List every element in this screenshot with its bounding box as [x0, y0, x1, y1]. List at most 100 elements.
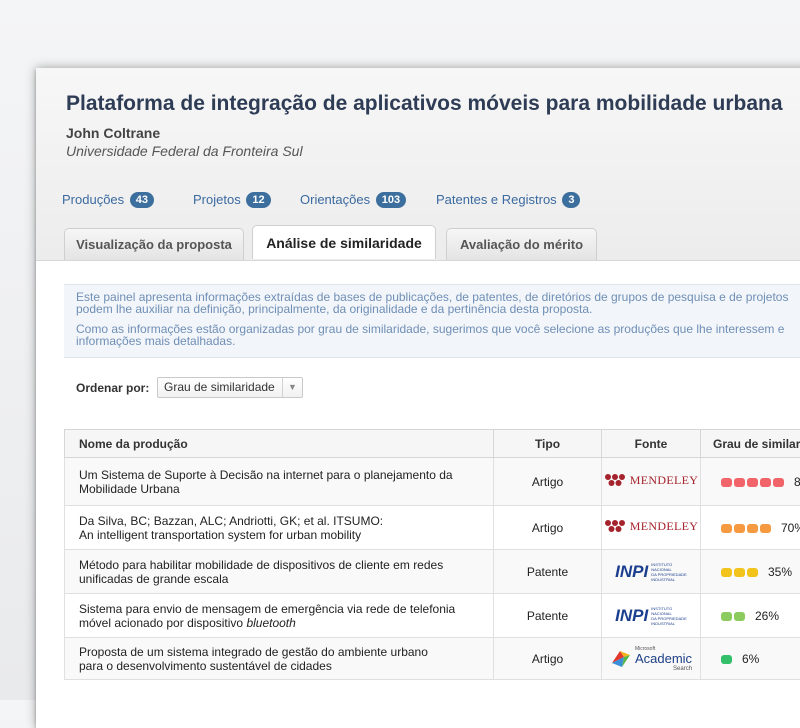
column-header-similarity[interactable]: Grau de similar	[701, 430, 800, 458]
similarity-percent: 26%	[755, 609, 779, 623]
production-name-line: móvel acionado por dispositivo	[79, 616, 246, 630]
info-panel: Este painel apresenta informações extraí…	[64, 284, 800, 358]
stat-label: Orientações	[300, 192, 370, 207]
inpi-wordmark: INPI	[615, 609, 648, 623]
info-line: podem lhe auxiliar na definição, princip…	[76, 302, 592, 316]
column-header-name[interactable]: Nome da produção	[65, 430, 494, 458]
tab-merito[interactable]: Avaliação do mérito	[446, 228, 597, 260]
mendeley-wordmark: MENDELEY	[630, 519, 698, 533]
similarity-dot	[721, 568, 732, 577]
production-name-line: Sistema para envio de mensagem de emergê…	[79, 602, 455, 616]
production-name-cell[interactable]: Sistema para envio de mensagem de emergê…	[65, 594, 494, 638]
production-name-line: Um Sistema de Suporte à Decisão na inter…	[79, 468, 453, 482]
production-name-italic: bluetooth	[246, 616, 295, 630]
production-name-line: para o desenvolvimento sustentável de ci…	[79, 659, 332, 673]
similarity-dot	[760, 524, 771, 533]
production-name-line: An intelligent transportation system for…	[79, 528, 361, 542]
page-title: Plataforma de integração de aplicativos …	[66, 92, 783, 116]
similarity-dot	[760, 478, 771, 487]
type-cell: Artigo	[494, 458, 602, 506]
table-row[interactable]: Proposta de um sistema integrado de gest…	[65, 638, 800, 680]
column-header-source[interactable]: Fonte	[602, 430, 701, 458]
production-name-line: Mobilidade Urbana	[79, 482, 180, 496]
similarity-dots	[721, 475, 786, 489]
production-name-cell[interactable]: Um Sistema de Suporte à Decisão na inter…	[65, 458, 494, 506]
similarity-dot	[747, 568, 758, 577]
table-row[interactable]: Método para habilitar mobilidade de disp…	[65, 550, 800, 594]
similarity-percent: 35%	[768, 565, 792, 579]
similarity-cell: 35%	[701, 550, 800, 594]
similarity-dot	[734, 478, 745, 487]
similarity-percent: 87	[794, 475, 800, 489]
similarity-cell: 70%	[701, 506, 800, 550]
results-table: Nome da produção Tipo Fonte Grau de simi…	[64, 429, 800, 680]
production-name-line: Proposta de um sistema integrado de gest…	[79, 645, 428, 659]
source-cell: INPI INSTITUTONACIONALDA PROPRIEDADEINDU…	[602, 594, 701, 638]
sort-select-value: Grau de similaridade	[164, 380, 275, 394]
mendeley-wordmark: MENDELEY	[630, 473, 698, 487]
type-cell: Artigo	[494, 506, 602, 550]
main-window: Plataforma de integração de aplicativos …	[36, 68, 800, 728]
column-header-type[interactable]: Tipo	[494, 430, 602, 458]
tab-similaridade[interactable]: Análise de similaridade	[252, 225, 436, 259]
similarity-cell: 87	[701, 458, 800, 506]
similarity-dot	[721, 478, 732, 487]
production-name-cell[interactable]: Proposta de um sistema integrado de gest…	[65, 638, 494, 680]
similarity-dot	[721, 655, 732, 664]
production-name-cell[interactable]: Da Silva, BC; Bazzan, ALC; Andriotti, GK…	[65, 506, 494, 550]
page-header: Plataforma de integração de aplicativos …	[36, 68, 800, 261]
mendeley-logo: MENDELEY	[604, 519, 698, 533]
stat-projetos[interactable]: Projetos 12	[193, 192, 271, 208]
stat-orientacoes[interactable]: Orientações 103	[300, 192, 406, 208]
table-header-row: Nome da produção Tipo Fonte Grau de simi…	[65, 430, 800, 458]
similarity-dot	[773, 478, 784, 487]
similarity-dot	[747, 524, 758, 533]
academic-search-icon	[610, 649, 632, 669]
similarity-percent: 70%	[781, 521, 800, 535]
similarity-dots	[721, 652, 734, 666]
similarity-dot	[734, 612, 745, 621]
count-badge: 103	[376, 192, 406, 208]
source-cell: Microsoft Academic Search	[602, 638, 701, 680]
source-cell: INPI INSTITUTONACIONALDA PROPRIEDADEINDU…	[602, 550, 701, 594]
mendeley-icon	[604, 473, 626, 487]
similarity-dots	[721, 521, 773, 535]
info-line: informações mais detalhadas.	[76, 334, 235, 348]
similarity-dot	[721, 612, 732, 621]
similarity-dot	[721, 524, 732, 533]
type-cell: Patente	[494, 594, 602, 638]
stat-label: Patentes e Registros	[436, 192, 557, 207]
source-cell: MENDELEY	[602, 458, 701, 506]
inpi-subtitle: INSTITUTONACIONALDA PROPRIEDADEINDUSTRIA…	[651, 562, 687, 582]
stat-label: Produções	[62, 192, 124, 207]
production-name-line: unificadas de grande escala	[79, 572, 228, 586]
inpi-subtitle: INSTITUTONACIONALDA PROPRIEDADEINDUSTRIA…	[651, 606, 687, 626]
similarity-dot	[747, 478, 758, 487]
table-row[interactable]: Um Sistema de Suporte à Decisão na inter…	[65, 458, 800, 506]
academic-wordmark: Academic	[635, 654, 692, 664]
count-badge: 12	[246, 192, 270, 208]
table-row[interactable]: Da Silva, BC; Bazzan, ALC; Andriotti, GK…	[65, 506, 800, 550]
production-name-line: Método para habilitar mobilidade de disp…	[79, 558, 443, 572]
mendeley-icon	[604, 519, 626, 533]
count-badge: 3	[562, 192, 580, 208]
similarity-dots	[721, 609, 747, 623]
stat-producoes[interactable]: Produções 43	[62, 192, 154, 208]
production-name-cell[interactable]: Método para habilitar mobilidade de disp…	[65, 550, 494, 594]
academic-search-logo: Microsoft Academic Search	[610, 644, 692, 674]
institution-name: Universidade Federal da Fronteira Sul	[66, 143, 303, 159]
inpi-logo: INPI INSTITUTONACIONALDA PROPRIEDADEINDU…	[615, 606, 687, 626]
count-badge: 43	[130, 192, 154, 208]
inpi-wordmark: INPI	[615, 565, 648, 579]
author-name[interactable]: John Coltrane	[66, 125, 160, 141]
stat-patentes[interactable]: Patentes e Registros 3	[436, 192, 580, 208]
inpi-logo: INPI INSTITUTONACIONALDA PROPRIEDADEINDU…	[615, 562, 687, 582]
sort-select[interactable]: Grau de similaridade ▼	[157, 377, 303, 398]
tab-visualizacao[interactable]: Visualização da proposta	[64, 228, 244, 260]
similarity-cell: 26%	[701, 594, 800, 638]
stat-label: Projetos	[193, 192, 241, 207]
similarity-percent: 6%	[742, 652, 759, 666]
sort-label: Ordenar por:	[76, 381, 149, 395]
chevron-down-icon[interactable]: ▼	[282, 378, 302, 397]
table-row[interactable]: Sistema para envio de mensagem de emergê…	[65, 594, 800, 638]
